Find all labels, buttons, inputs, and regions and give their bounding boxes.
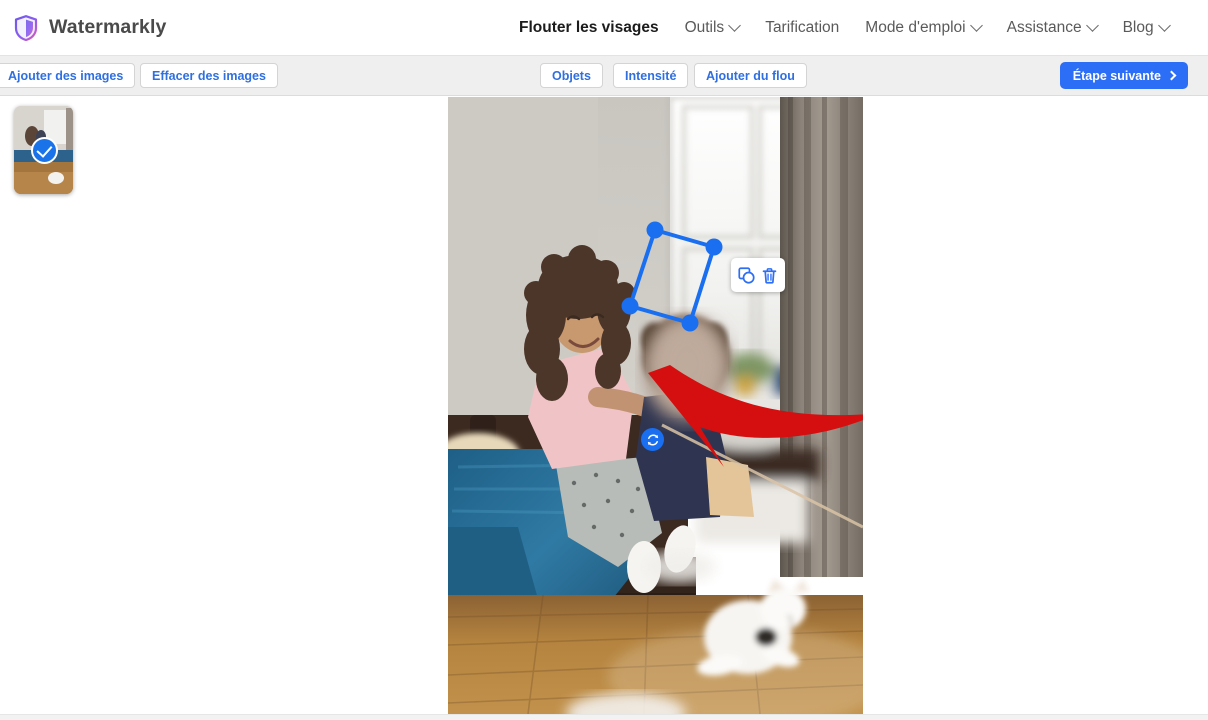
image-canvas[interactable] bbox=[448, 97, 863, 714]
add-images-button[interactable]: Ajouter des images bbox=[0, 63, 136, 88]
brand-name: Watermarkly bbox=[49, 16, 167, 38]
next-step-button[interactable]: Étape suivante bbox=[1059, 62, 1188, 89]
editor-toolbar: Ajouter des images Effacer des images Ob… bbox=[0, 56, 1208, 96]
clear-images-button[interactable]: Effacer des images bbox=[140, 63, 278, 88]
objects-button[interactable]: Objets bbox=[540, 63, 603, 88]
chevron-down-icon bbox=[1157, 18, 1171, 32]
next-step-label: Étape suivante bbox=[1072, 68, 1161, 83]
brand[interactable]: Watermarkly bbox=[14, 14, 167, 41]
nav-label: Outils bbox=[684, 19, 725, 36]
nav-item-outils[interactable]: Outils bbox=[672, 0, 753, 56]
image-thumbnail-1[interactable] bbox=[14, 106, 73, 194]
nav-item-tarification[interactable]: Tarification bbox=[752, 0, 852, 56]
chevron-down-icon bbox=[969, 18, 983, 32]
nav-item-blog[interactable]: Blog bbox=[1110, 0, 1182, 56]
shield-icon bbox=[14, 14, 38, 41]
nav-item-mode-demploi[interactable]: Mode d'emploi bbox=[852, 0, 993, 56]
main-nav: Flouter les visages Outils Tarification … bbox=[519, 0, 1182, 56]
chevron-right-icon bbox=[1166, 70, 1177, 81]
check-circle-icon bbox=[30, 137, 58, 164]
duplicate-shape-icon[interactable] bbox=[738, 266, 755, 284]
nav-label: Tarification bbox=[765, 19, 840, 36]
editor-workspace bbox=[0, 97, 1208, 714]
nav-label: Flouter les visages bbox=[519, 19, 659, 36]
nav-item-assistance[interactable]: Assistance bbox=[994, 0, 1110, 56]
object-float-toolbar bbox=[731, 258, 785, 292]
trash-icon[interactable] bbox=[761, 267, 778, 284]
page-footer-strip bbox=[0, 714, 1208, 720]
nav-label: Mode d'emploi bbox=[865, 19, 966, 36]
site-header: Watermarkly Flouter les visages Outils T… bbox=[0, 0, 1208, 56]
rotate-handle[interactable] bbox=[641, 428, 664, 451]
rotate-refresh-icon bbox=[646, 433, 660, 447]
nav-label: Assistance bbox=[1006, 19, 1082, 36]
chevron-down-icon bbox=[1085, 18, 1099, 32]
photo-bedroom-scene bbox=[448, 97, 863, 714]
chevron-down-icon bbox=[728, 18, 742, 32]
add-blur-button[interactable]: Ajouter du flou bbox=[694, 63, 807, 88]
nav-item-flouter-les-visages[interactable]: Flouter les visages bbox=[519, 0, 672, 56]
intensity-button[interactable]: Intensité bbox=[613, 63, 689, 88]
thumbnail-rail bbox=[14, 106, 73, 194]
nav-label: Blog bbox=[1122, 19, 1154, 36]
